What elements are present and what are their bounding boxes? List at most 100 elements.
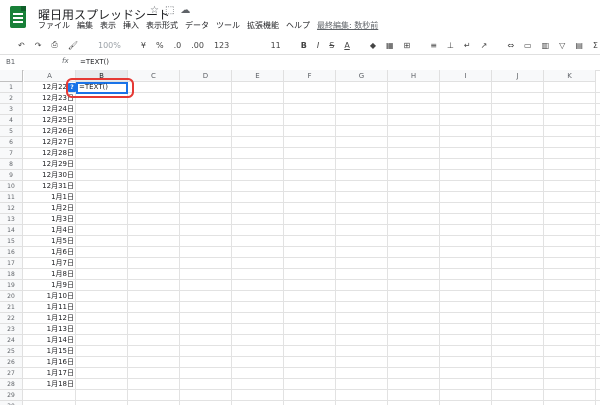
column-header-g[interactable]: G — [336, 70, 388, 82]
increase-decimal-button[interactable]: .00 — [189, 41, 206, 50]
cell-a13[interactable]: 1月3日 — [24, 214, 75, 225]
cell-a12[interactable]: 1月2日 — [24, 203, 75, 214]
text-wrap-icon[interactable]: ↵ — [462, 41, 473, 50]
column-header-f[interactable]: F — [284, 70, 336, 82]
row-header-9[interactable]: 9 — [0, 170, 23, 181]
row-header-19[interactable]: 19 — [0, 280, 23, 291]
row-header-11[interactable]: 11 — [0, 192, 23, 203]
italic-button[interactable]: I — [315, 41, 321, 50]
bold-button[interactable]: B — [299, 41, 309, 50]
font-size-select[interactable]: 11 — [269, 41, 283, 50]
cell-a27[interactable]: 1月17日 — [24, 368, 75, 379]
text-rotate-icon[interactable]: ↗ — [479, 41, 490, 50]
cell-a24[interactable]: 1月14日 — [24, 335, 75, 346]
row-header-20[interactable]: 20 — [0, 291, 23, 302]
row-header-29[interactable]: 29 — [0, 390, 23, 401]
column-header-c[interactable]: C — [128, 70, 180, 82]
print-icon[interactable]: ⎙ — [49, 40, 59, 50]
name-box[interactable]: B1 — [6, 58, 46, 66]
decrease-decimal-button[interactable]: .0 — [172, 41, 184, 50]
cell-a28[interactable]: 1月18日 — [24, 379, 75, 390]
merge-cells-icon[interactable]: ⊞ — [402, 41, 413, 50]
row-header-17[interactable]: 17 — [0, 258, 23, 269]
cell-a14[interactable]: 1月4日 — [24, 225, 75, 236]
text-color-button[interactable]: A — [342, 41, 351, 50]
link-icon[interactable]: ⇔ — [505, 41, 516, 50]
cell-a25[interactable]: 1月15日 — [24, 346, 75, 357]
fill-color-icon[interactable]: ◆ — [368, 41, 378, 50]
row-header-8[interactable]: 8 — [0, 159, 23, 170]
functions-icon[interactable]: Σ — [591, 41, 600, 50]
column-header-i[interactable]: I — [440, 70, 492, 82]
menu-tools[interactable]: ツール — [216, 20, 240, 31]
cell-a10[interactable]: 12月31日 — [24, 181, 75, 192]
percent-button[interactable]: % — [154, 41, 166, 50]
filter-icon[interactable]: ▽ — [557, 41, 567, 50]
row-header-5[interactable]: 5 — [0, 126, 23, 137]
sheets-logo[interactable] — [10, 6, 26, 28]
row-header-1[interactable]: 1 — [0, 82, 23, 93]
menu-format[interactable]: 表示形式 — [146, 20, 178, 31]
column-header-d[interactable]: D — [180, 70, 232, 82]
folder-icon[interactable]: ⬚ — [165, 5, 174, 16]
row-header-24[interactable]: 24 — [0, 335, 23, 346]
column-header-h[interactable]: H — [388, 70, 440, 82]
vertical-align-icon[interactable]: ⊥ — [445, 41, 456, 50]
row-header-6[interactable]: 6 — [0, 137, 23, 148]
menu-help[interactable]: ヘルプ — [286, 20, 310, 31]
cell-a23[interactable]: 1月13日 — [24, 324, 75, 335]
row-header-28[interactable]: 28 — [0, 379, 23, 390]
menu-file[interactable]: ファイル — [38, 20, 70, 31]
cell-a21[interactable]: 1月11日 — [24, 302, 75, 313]
menu-data[interactable]: データ — [185, 20, 209, 31]
cell-a11[interactable]: 1月1日 — [24, 192, 75, 203]
row-header-27[interactable]: 27 — [0, 368, 23, 379]
row-header-4[interactable]: 4 — [0, 115, 23, 126]
menu-insert[interactable]: 挿入 — [123, 20, 139, 31]
menu-edit[interactable]: 編集 — [77, 20, 93, 31]
cell-a22[interactable]: 1月12日 — [24, 313, 75, 324]
cell-a18[interactable]: 1月8日 — [24, 269, 75, 280]
menu-view[interactable]: 表示 — [100, 20, 116, 31]
cell-a15[interactable]: 1月5日 — [24, 236, 75, 247]
cell-a26[interactable]: 1月16日 — [24, 357, 75, 368]
currency-button[interactable]: ¥ — [139, 41, 148, 50]
cell-a17[interactable]: 1月7日 — [24, 258, 75, 269]
column-header-k[interactable]: K — [544, 70, 596, 82]
cell-a9[interactable]: 12月30日 — [24, 170, 75, 181]
paint-format-icon[interactable]: 🖌 — [66, 41, 80, 50]
cell-a20[interactable]: 1月10日 — [24, 291, 75, 302]
select-all-corner[interactable] — [0, 70, 23, 82]
number-format-select[interactable]: 123 — [212, 41, 231, 50]
cell-a4[interactable]: 12月25日 — [24, 115, 75, 126]
column-header-j[interactable]: J — [492, 70, 544, 82]
star-icon[interactable]: ☆ — [150, 5, 159, 16]
horizontal-align-icon[interactable]: ≡ — [428, 41, 439, 50]
cell-a8[interactable]: 12月29日 — [24, 159, 75, 170]
row-header-16[interactable]: 16 — [0, 247, 23, 258]
zoom-select[interactable]: 100% — [96, 41, 123, 50]
cell-a5[interactable]: 12月26日 — [24, 126, 75, 137]
strikethrough-button[interactable]: S — [327, 41, 336, 50]
filter-views-icon[interactable]: ▤ — [573, 41, 585, 50]
row-header-18[interactable]: 18 — [0, 269, 23, 280]
row-header-30[interactable]: 30 — [0, 401, 23, 405]
row-header-12[interactable]: 12 — [0, 203, 23, 214]
borders-icon[interactable]: ▦ — [384, 41, 396, 50]
undo-icon[interactable]: ↶ — [16, 41, 27, 50]
cell-a7[interactable]: 12月28日 — [24, 148, 75, 159]
row-header-25[interactable]: 25 — [0, 346, 23, 357]
cell-a6[interactable]: 12月27日 — [24, 137, 75, 148]
row-header-10[interactable]: 10 — [0, 181, 23, 192]
row-header-23[interactable]: 23 — [0, 324, 23, 335]
row-header-2[interactable]: 2 — [0, 93, 23, 104]
row-header-14[interactable]: 14 — [0, 225, 23, 236]
cell-a16[interactable]: 1月6日 — [24, 247, 75, 258]
row-header-21[interactable]: 21 — [0, 302, 23, 313]
formula-input[interactable]: =TEXT() — [80, 58, 109, 66]
row-header-15[interactable]: 15 — [0, 236, 23, 247]
chart-icon[interactable]: ▥ — [540, 41, 552, 50]
row-header-13[interactable]: 13 — [0, 214, 23, 225]
column-header-e[interactable]: E — [232, 70, 284, 82]
last-edit-link[interactable]: 最終編集: 数秒前 — [317, 20, 378, 31]
